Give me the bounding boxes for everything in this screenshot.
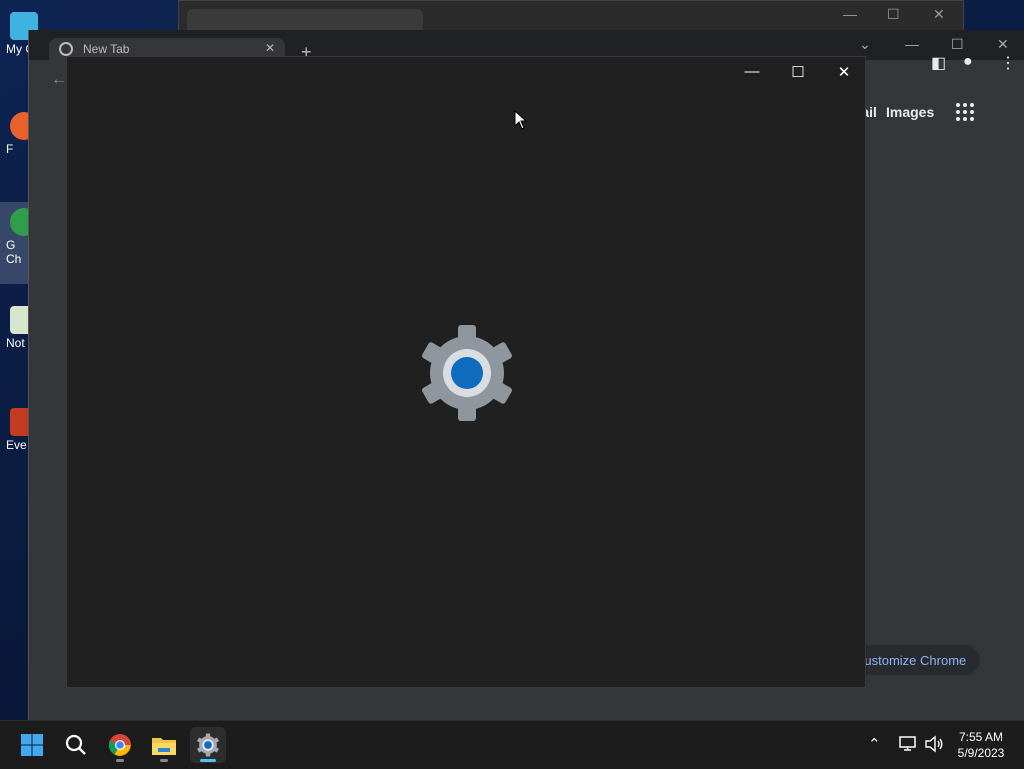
apps-grid-icon[interactable] bbox=[956, 103, 974, 121]
active-indicator bbox=[200, 759, 216, 762]
taskbar-settings-button[interactable] bbox=[190, 727, 226, 763]
taskbar-file-explorer-button[interactable] bbox=[146, 727, 182, 763]
minimize-icon[interactable]: — bbox=[843, 6, 857, 22]
background-window[interactable]: — ☐ ✕ bbox=[178, 0, 964, 32]
taskbar: ⌃ 7:55 AM 5/9/2023 bbox=[0, 720, 1024, 769]
chevron-up-icon[interactable]: ⌃ bbox=[868, 735, 881, 753]
file-explorer-icon bbox=[152, 738, 176, 755]
running-indicator bbox=[116, 759, 124, 762]
close-icon[interactable]: ✕ bbox=[933, 6, 945, 23]
maximize-icon[interactable]: ☐ bbox=[788, 63, 808, 81]
volume-icon[interactable] bbox=[924, 735, 944, 753]
settings-splash-window[interactable]: — ☐ ✕ bbox=[66, 56, 866, 688]
customize-chrome-label: Customize Chrome bbox=[855, 653, 967, 668]
start-icon bbox=[21, 734, 43, 756]
images-link[interactable]: Images bbox=[886, 104, 934, 120]
maximize-icon[interactable]: ☐ bbox=[951, 36, 964, 53]
mouse-cursor-icon bbox=[514, 110, 528, 130]
back-arrow-icon[interactable]: ← bbox=[51, 71, 67, 89]
tab-search-icon[interactable]: ⌄ bbox=[859, 36, 871, 53]
chrome-icon bbox=[108, 734, 131, 756]
minimize-icon[interactable]: — bbox=[905, 36, 919, 52]
close-icon[interactable]: ✕ bbox=[997, 36, 1009, 53]
settings-icon bbox=[197, 733, 219, 757]
tab-title: New Tab bbox=[83, 42, 130, 56]
minimize-icon[interactable]: — bbox=[742, 63, 762, 80]
settings-gear-icon bbox=[422, 325, 512, 421]
start-button[interactable] bbox=[14, 727, 50, 763]
clock-date: 5/9/2023 bbox=[957, 746, 1005, 760]
clock-time: 7:55 AM bbox=[958, 730, 1004, 744]
chrome-favicon-icon bbox=[59, 42, 73, 56]
profile-icon[interactable]: ● bbox=[963, 53, 973, 71]
background-window-tab[interactable] bbox=[187, 9, 423, 31]
taskbar-chrome-button[interactable] bbox=[102, 727, 138, 763]
search-icon bbox=[65, 734, 86, 755]
tab-close-icon[interactable]: ✕ bbox=[265, 41, 275, 55]
menu-icon[interactable]: ⋮ bbox=[1000, 53, 1016, 73]
network-icon[interactable] bbox=[898, 735, 918, 753]
system-clock[interactable]: 7:55 AM 5/9/2023 bbox=[950, 729, 1012, 761]
search-button[interactable] bbox=[58, 727, 94, 763]
maximize-icon[interactable]: ☐ bbox=[887, 6, 900, 23]
running-indicator bbox=[160, 759, 168, 762]
side-panel-icon[interactable]: ◧ bbox=[931, 53, 946, 73]
close-icon[interactable]: ✕ bbox=[834, 63, 854, 81]
